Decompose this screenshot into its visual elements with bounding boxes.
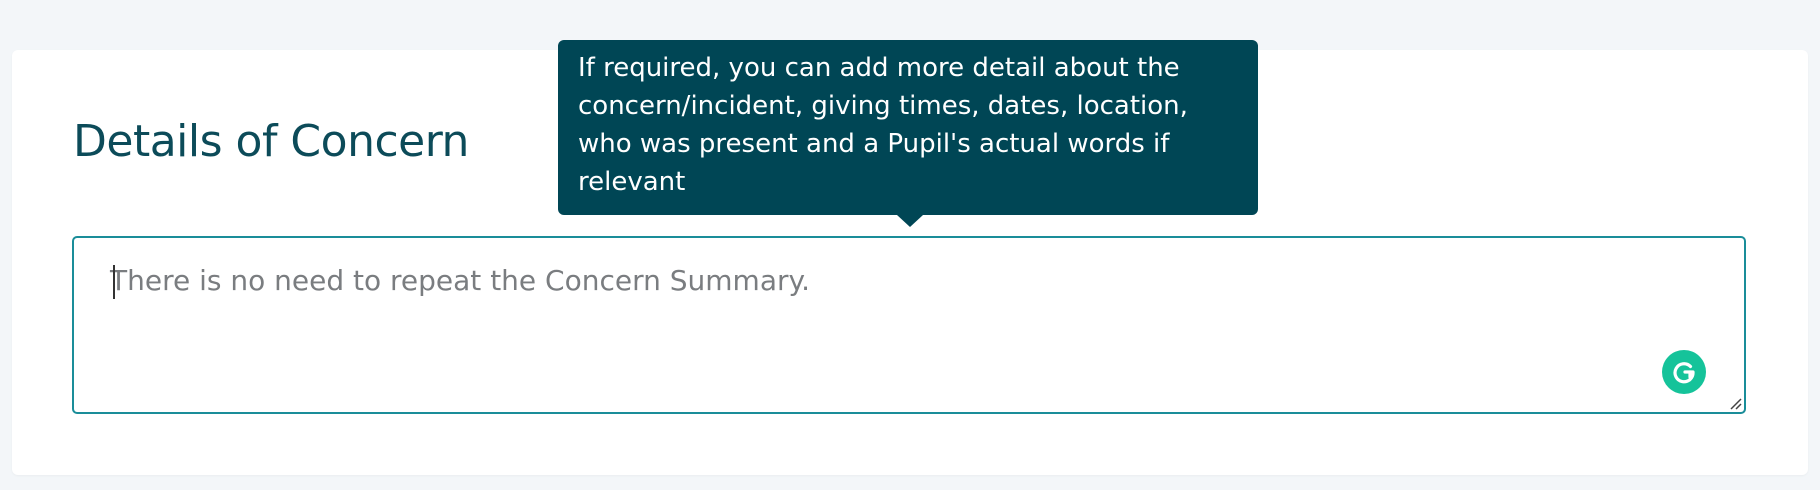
help-tooltip: If required, you can add more detail abo… [558, 40, 1258, 215]
section-title: Details of Concern [73, 116, 469, 167]
details-textarea[interactable] [74, 238, 1744, 412]
details-field-container [72, 236, 1746, 414]
resize-handle-icon[interactable] [1728, 396, 1742, 410]
grammarly-icon[interactable] [1662, 350, 1706, 394]
grammarly-g-glyph [1673, 362, 1695, 384]
tooltip-arrow [897, 215, 923, 227]
text-caret [113, 265, 115, 299]
tooltip-text: If required, you can add more detail abo… [578, 53, 1188, 197]
